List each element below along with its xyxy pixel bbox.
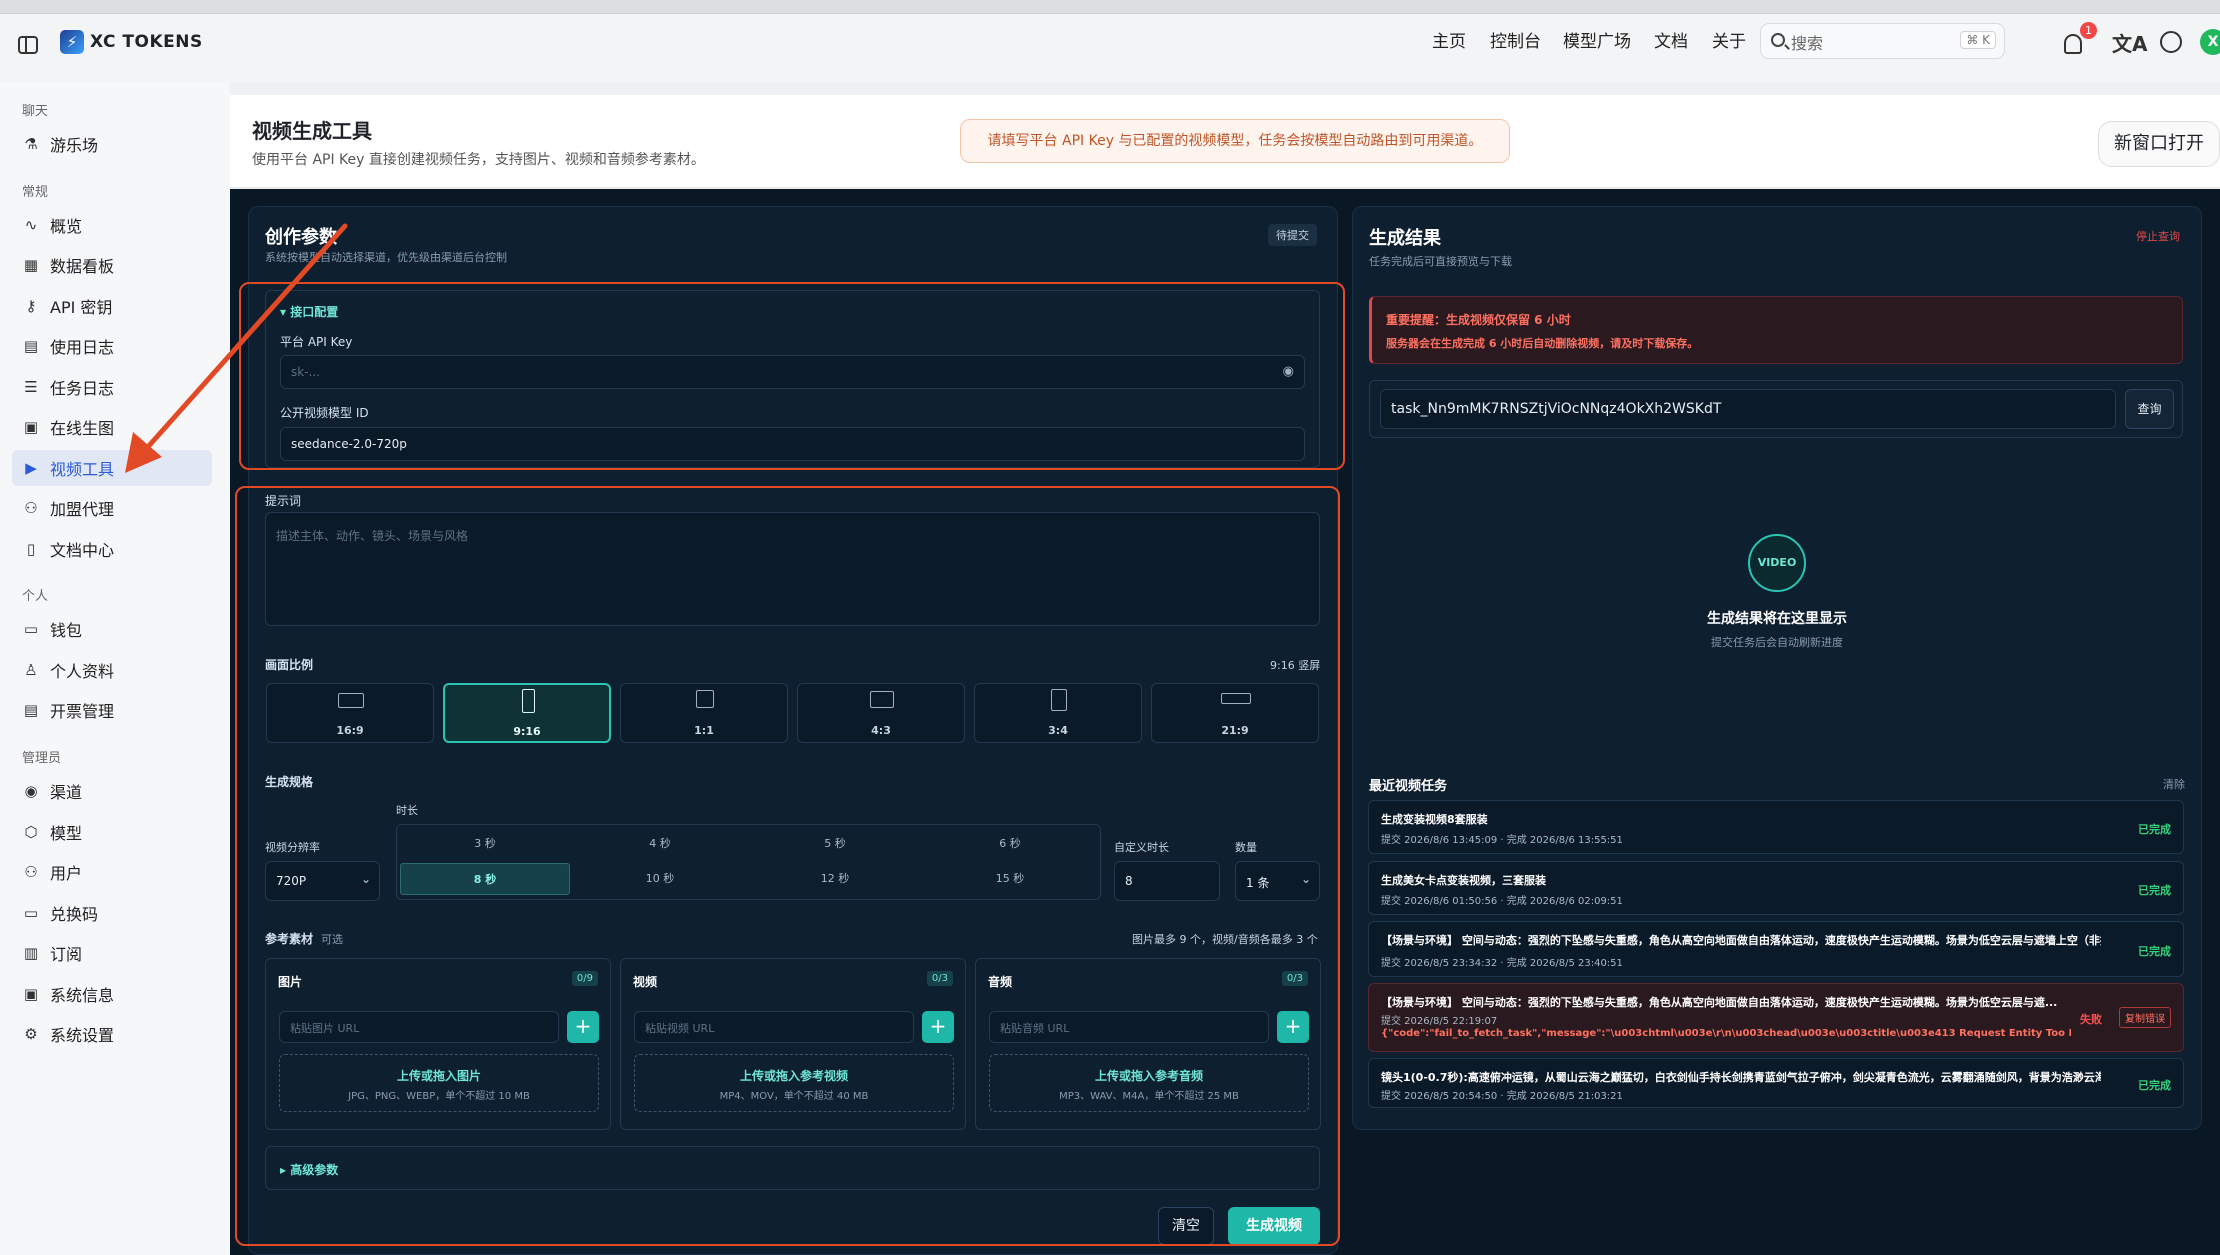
annotation-arrow (125, 223, 348, 473)
annotation-arrow-line (135, 223, 348, 461)
